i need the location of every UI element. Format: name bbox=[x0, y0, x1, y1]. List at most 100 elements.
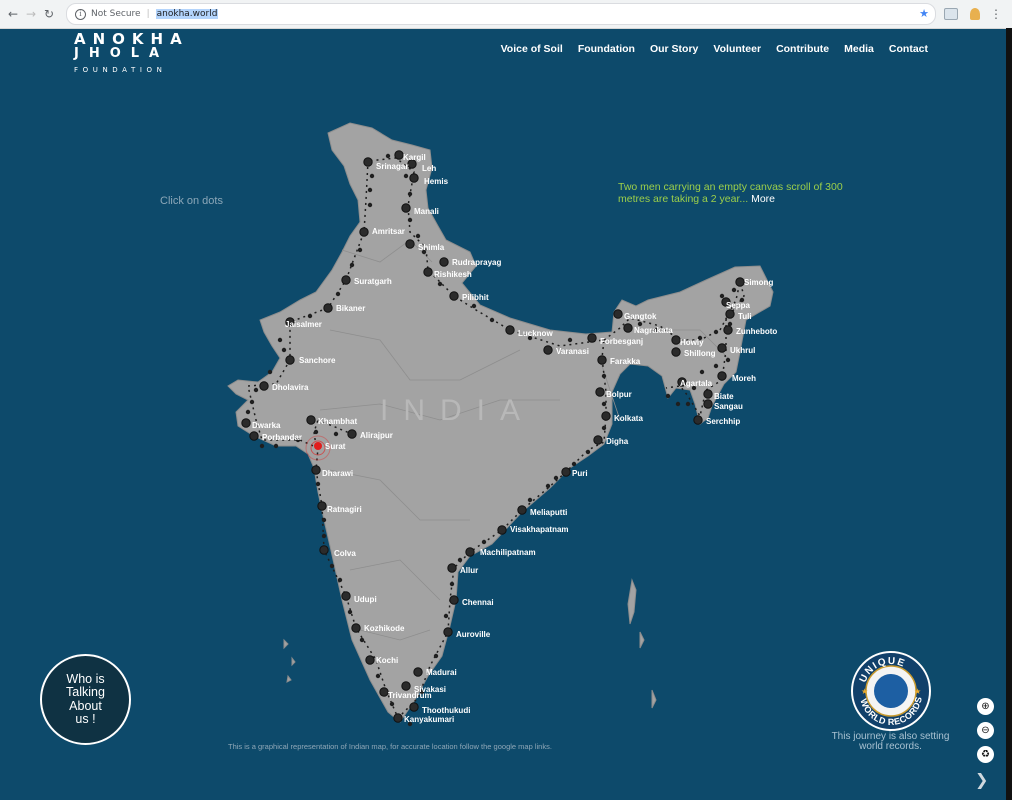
talk-line-2: Talking bbox=[66, 685, 105, 699]
chevron-down-icon[interactable]: ❯ bbox=[975, 770, 988, 789]
city-label-udupi: Udupi bbox=[354, 595, 377, 604]
city-dot-meliaputti[interactable] bbox=[517, 505, 527, 515]
city-dot-chennai[interactable] bbox=[449, 595, 459, 605]
city-dot-thoothukudi[interactable] bbox=[409, 702, 419, 712]
city-dot-rudraprayag[interactable] bbox=[439, 257, 449, 267]
city-dot-simong[interactable] bbox=[735, 277, 745, 287]
city-dot-colva[interactable] bbox=[319, 545, 329, 555]
city-dot-tuli[interactable] bbox=[725, 309, 735, 319]
logo-line-1: ANOKHA bbox=[74, 30, 189, 48]
logo-line-2: JHOLA bbox=[74, 46, 170, 61]
city-dot-bikaner[interactable] bbox=[323, 303, 333, 313]
city-dot-pilibhit[interactable] bbox=[449, 291, 459, 301]
city-dot-allur[interactable] bbox=[447, 563, 457, 573]
city-label-auroville: Auroville bbox=[456, 630, 491, 639]
talk-line-4: us ! bbox=[75, 712, 96, 726]
route-dot bbox=[389, 701, 395, 707]
city-dot-dholavira[interactable] bbox=[259, 381, 269, 391]
city-dot-kanyakumari[interactable] bbox=[393, 713, 403, 723]
nav-voice-of-soil[interactable]: Voice of Soil bbox=[501, 43, 563, 55]
nav-contact[interactable]: Contact bbox=[889, 43, 928, 55]
city-dot-kochi[interactable] bbox=[365, 655, 375, 665]
city-dot-sanchore[interactable] bbox=[285, 355, 295, 365]
city-dot-kargil[interactable] bbox=[394, 150, 404, 160]
city-dot-forbesganj[interactable] bbox=[587, 333, 597, 343]
city-dot-shillong[interactable] bbox=[671, 347, 681, 357]
city-dot-trivandrum[interactable] bbox=[379, 687, 389, 697]
zoom-out-icon[interactable]: ⊖ bbox=[977, 722, 994, 739]
city-dot-biate[interactable] bbox=[703, 389, 713, 399]
city-dot-lucknow[interactable] bbox=[505, 325, 515, 335]
city-dot-porbandar[interactable] bbox=[249, 431, 259, 441]
route-dot bbox=[249, 399, 255, 405]
city-dot-hemis[interactable] bbox=[409, 173, 419, 183]
city-dot-rishikesh[interactable] bbox=[423, 267, 433, 277]
city-dot-khambhat[interactable] bbox=[306, 415, 316, 425]
city-dot-howly[interactable] bbox=[671, 335, 681, 345]
city-dot-amritsar[interactable] bbox=[359, 227, 369, 237]
site-logo[interactable]: ANOKHA JHOLA FOUNDATION bbox=[74, 31, 189, 75]
lakshadweep-islands bbox=[283, 638, 296, 683]
city-dot-serchhip[interactable] bbox=[693, 415, 703, 425]
city-dot-visakhapatnam[interactable] bbox=[497, 525, 507, 535]
city-dot-machilipatnam[interactable] bbox=[465, 547, 475, 557]
city-dot-puri[interactable] bbox=[561, 467, 571, 477]
recycle-icon[interactable]: ♻ bbox=[977, 746, 994, 763]
route-dot bbox=[385, 153, 391, 159]
city-dot-kolkata[interactable] bbox=[601, 411, 611, 421]
route-dot bbox=[253, 387, 259, 393]
city-label-surat: Surat bbox=[325, 442, 346, 451]
route-dot bbox=[601, 401, 607, 407]
city-dot-auroville[interactable] bbox=[443, 627, 453, 637]
nav-contribute[interactable]: Contribute bbox=[776, 43, 829, 55]
city-dot-ukhrul[interactable] bbox=[717, 343, 727, 353]
route-dot bbox=[685, 401, 691, 407]
map-disclaimer: This is a graphical representation of In… bbox=[228, 742, 552, 751]
city-dot-sivakasi[interactable] bbox=[401, 681, 411, 691]
city-label-agartala: Agartala bbox=[680, 379, 713, 388]
city-dot-madurai[interactable] bbox=[413, 667, 423, 677]
city-label-puri: Puri bbox=[572, 469, 588, 478]
city-dot-srinagar[interactable] bbox=[363, 157, 373, 167]
city-label-kanyakumari: Kanyakumari bbox=[404, 715, 454, 724]
zoom-in-icon[interactable]: ⊕ bbox=[977, 698, 994, 715]
unique-world-records-badge[interactable]: UNIQUE WORLD RECORDS ★ ★ bbox=[850, 650, 932, 732]
city-dot-shimla[interactable] bbox=[405, 239, 415, 249]
nav-volunteer[interactable]: Volunteer bbox=[713, 43, 761, 55]
route-dot bbox=[281, 347, 287, 353]
city-dot-sangau[interactable] bbox=[703, 399, 713, 409]
route-dot bbox=[699, 369, 705, 375]
route-dot bbox=[359, 637, 365, 643]
city-dot-varanasi[interactable] bbox=[543, 345, 553, 355]
route-dot bbox=[725, 357, 731, 363]
city-dot-gangtok[interactable] bbox=[613, 309, 623, 319]
city-dot-digha[interactable] bbox=[593, 435, 603, 445]
city-dot-suratgarh[interactable] bbox=[341, 275, 351, 285]
city-dot-kozhikode[interactable] bbox=[351, 623, 361, 633]
city-dot-zunheboto[interactable] bbox=[723, 325, 733, 335]
city-dot-moreh[interactable] bbox=[717, 371, 727, 381]
city-dot-nagrakata[interactable] bbox=[623, 323, 633, 333]
city-dot-farakka[interactable] bbox=[597, 355, 607, 365]
city-label-dharawi: Dharawi bbox=[322, 469, 353, 478]
nav-media[interactable]: Media bbox=[844, 43, 874, 55]
city-label-jaisalmer: Jaisalmer bbox=[285, 320, 322, 329]
nav-foundation[interactable]: Foundation bbox=[578, 43, 635, 55]
who-is-talking-button[interactable]: Who is Talking About us ! bbox=[40, 654, 131, 745]
city-dot-manali[interactable] bbox=[401, 203, 411, 213]
city-dot-dharawi[interactable] bbox=[311, 465, 321, 475]
city-label-farakka: Farakka bbox=[610, 357, 641, 366]
city-label-nagrakata: Nagrakata bbox=[634, 326, 673, 335]
scrollbar[interactable] bbox=[1006, 28, 1012, 800]
more-link[interactable]: More bbox=[751, 193, 775, 205]
city-dot-alirajpur[interactable] bbox=[347, 429, 357, 439]
city-dot-ratnagiri[interactable] bbox=[317, 501, 327, 511]
city-label-meliaputti: Meliaputti bbox=[530, 508, 567, 517]
city-label-lucknow: Lucknow bbox=[518, 329, 553, 338]
city-dot-dwarka[interactable] bbox=[241, 418, 251, 428]
city-dot-bolpur[interactable] bbox=[595, 387, 605, 397]
city-dot-udupi[interactable] bbox=[341, 591, 351, 601]
route-dot bbox=[731, 287, 737, 293]
nav-our-story[interactable]: Our Story bbox=[650, 43, 698, 55]
current-location-dot[interactable] bbox=[314, 442, 322, 450]
